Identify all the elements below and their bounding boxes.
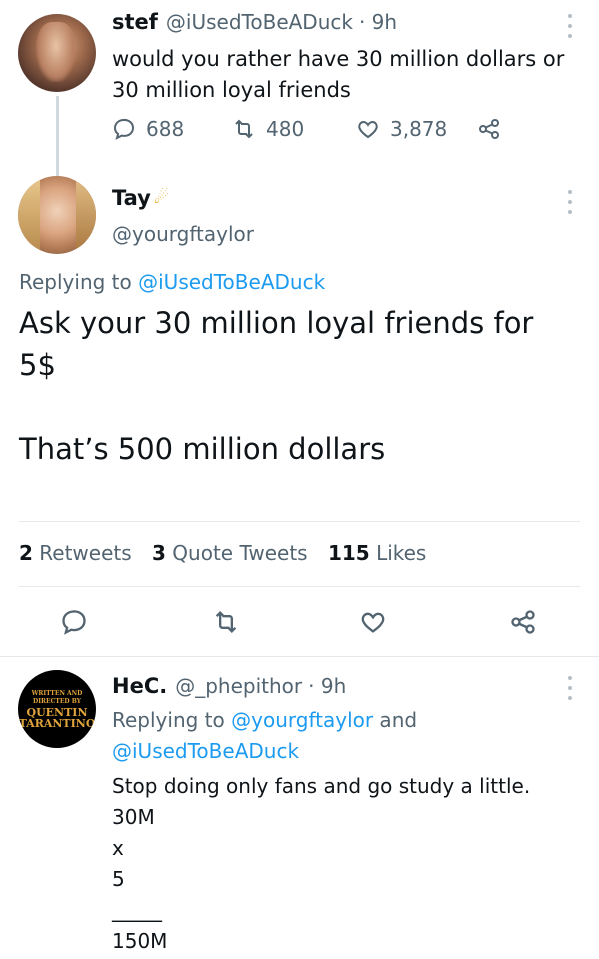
reply-text-line: Stop doing only fans and go study a litt…	[112, 774, 531, 798]
retweet-icon	[215, 611, 237, 633]
reply-icon	[113, 118, 135, 140]
likes-stat[interactable]: 115 Likes	[328, 541, 426, 565]
star-emoji-icon: ☄	[153, 188, 170, 208]
replying-to-prefix: Replying to	[112, 708, 232, 732]
tweet1-header: stef @iUsedToBeADuck · 9h	[112, 10, 397, 40]
reply-text: Stop doing only fans and go study a litt…	[112, 771, 530, 957]
divider	[19, 586, 580, 587]
timestamp[interactable]: · 9h	[359, 10, 397, 34]
author-handle[interactable]: @iUsedToBeADuck	[166, 10, 353, 34]
replying-to: Replying to @iUsedToBeADuck	[19, 270, 325, 294]
quotes-label: Quote Tweets	[172, 541, 308, 565]
avatar-stef[interactable]	[18, 14, 96, 92]
reply-replying-to: Replying to @yourgftaylor and @iUsedToBe…	[112, 705, 417, 767]
avatar-hec[interactable]: WRITTEN AND DIRECTED BY QUENTIN TARANTIN…	[18, 670, 96, 748]
retweet-button[interactable]: 480	[232, 117, 304, 141]
engagement-stats: 2 Retweets 3 Quote Tweets 115 Likes	[19, 541, 426, 565]
likes-count: 115	[327, 541, 370, 565]
reply-text-line: 150M	[112, 929, 168, 953]
quotes-stat[interactable]: 3 Quote Tweets	[152, 541, 308, 565]
like-button[interactable]: 3,878	[356, 117, 447, 141]
retweet-button[interactable]	[212, 608, 240, 636]
reply-text-line: 5	[112, 867, 125, 891]
likes-label: Likes	[376, 541, 427, 565]
author-name[interactable]: Tay	[112, 186, 151, 210]
quotes-count: 3	[152, 541, 166, 565]
more-options-icon[interactable]	[567, 14, 573, 38]
retweet-icon	[235, 119, 253, 139]
divider	[19, 521, 580, 522]
tweet-text-line: 30 million loyal friends	[112, 78, 351, 102]
avatar-text-directed: DIRECTED BY	[33, 698, 81, 705]
reply-count: 688	[146, 117, 185, 141]
author-handle[interactable]: @_phepithor	[175, 674, 302, 698]
tweet-text-line: would you rather have 30 million dollars…	[112, 47, 565, 71]
tweet-text-line: Ask your 30 million loyal friends for	[19, 306, 534, 340]
thread-line	[56, 96, 59, 176]
replying-to-link[interactable]: @iUsedToBeADuck	[112, 736, 417, 767]
retweets-label: Retweets	[39, 541, 132, 565]
reply-header: HeC. @_phepithor · 9h	[112, 674, 346, 698]
avatar-text-tarantino: TARANTINO	[18, 717, 96, 730]
reply-text-line: x	[112, 836, 124, 860]
avatar-text-written: WRITTEN AND	[31, 690, 83, 697]
more-options-icon[interactable]	[567, 190, 573, 214]
like-button[interactable]	[359, 608, 387, 636]
retweets-count: 2	[19, 541, 33, 565]
reply-button[interactable]: 688	[112, 117, 184, 141]
tweet1-text: would you rather have 30 million dollars…	[112, 44, 564, 106]
share-icon	[511, 610, 535, 634]
share-button[interactable]	[509, 608, 537, 636]
reply-text-line: 30M	[112, 805, 155, 829]
author-name[interactable]: stef	[112, 10, 158, 34]
heart-icon	[358, 120, 378, 139]
tweet-text-line: 5$	[19, 348, 56, 382]
retweet-count: 480	[266, 117, 305, 141]
main-author: Tay ☄	[112, 186, 169, 210]
like-count: 3,878	[390, 117, 448, 141]
author-name[interactable]: HeC.	[112, 674, 167, 698]
reply-icon	[62, 610, 86, 635]
share-button[interactable]	[477, 117, 511, 141]
replying-to-and: and	[373, 708, 418, 732]
heart-icon	[361, 612, 385, 633]
reply-text-line: _____	[112, 898, 162, 922]
replying-to-link[interactable]: @iUsedToBeADuck	[138, 270, 325, 294]
replying-to-link[interactable]: @yourgftaylor	[231, 708, 373, 732]
timestamp[interactable]: · 9h	[308, 674, 346, 698]
author-handle[interactable]: @yourgftaylor	[112, 222, 254, 246]
reply-button[interactable]	[60, 608, 88, 636]
more-options-icon[interactable]	[567, 676, 573, 700]
main-tweet-text: Ask your 30 million loyal friends for 5$…	[19, 302, 533, 470]
retweets-stat[interactable]: 2 Retweets	[19, 541, 132, 565]
avatar-tay[interactable]	[18, 176, 96, 254]
tweet-text-line: That’s 500 million dollars	[19, 432, 386, 466]
divider-full	[0, 656, 599, 657]
replying-to-prefix: Replying to	[19, 270, 139, 294]
share-icon	[479, 119, 499, 139]
